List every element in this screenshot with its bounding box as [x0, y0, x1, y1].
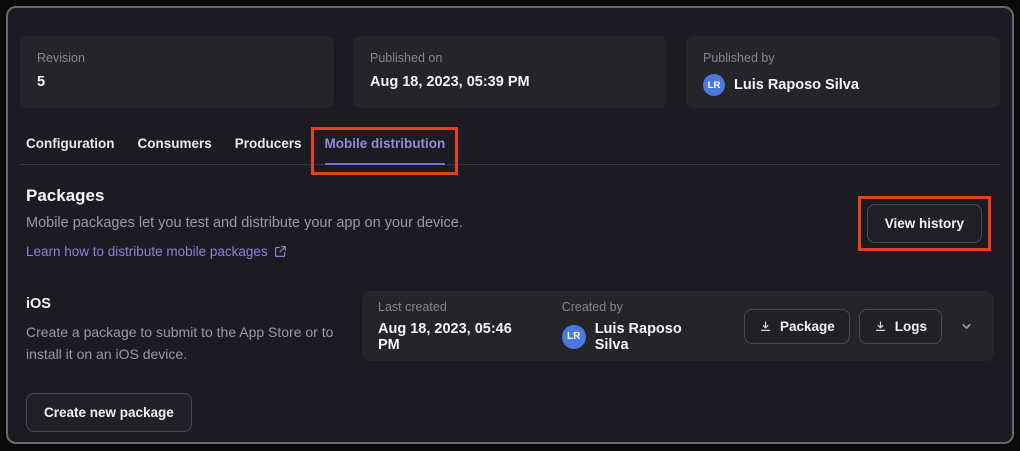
published-by-value-row: LR Luis Raposo Silva: [703, 74, 983, 96]
revision-label: Revision: [37, 51, 317, 65]
last-created-label: Last created: [378, 300, 518, 314]
published-by-value: Luis Raposo Silva: [734, 77, 859, 93]
tab-mobile-distribution-label: Mobile distribution: [325, 136, 446, 151]
chevron-down-icon: [959, 319, 974, 334]
download-logs-label: Logs: [895, 319, 927, 334]
revision-card: Revision 5: [20, 36, 334, 108]
active-tab-underline: [325, 163, 446, 165]
created-by-value: Luis Raposo Silva: [595, 321, 700, 353]
app-panel: Revision 5 Published on Aug 18, 2023, 05…: [6, 6, 1014, 444]
ios-card-buttons: Package Logs: [744, 309, 978, 344]
download-icon: [874, 320, 887, 333]
packages-description: Mobile packages let you test and distrib…: [26, 215, 463, 231]
published-on-value: Aug 18, 2023, 05:39 PM: [370, 74, 650, 90]
ios-text-block: iOS Create a package to submit to the Ap…: [26, 291, 341, 366]
learn-distribute-link-label: Learn how to distribute mobile packages: [26, 244, 268, 259]
bottom-actions: Create new package: [20, 393, 1000, 432]
tab-mobile-distribution[interactable]: Mobile distribution: [325, 136, 446, 164]
published-on-card: Published on Aug 18, 2023, 05:39 PM: [353, 36, 667, 108]
ios-section: iOS Create a package to submit to the Ap…: [20, 291, 1000, 366]
annotation-box-mobile-distribution-tab: [311, 127, 459, 175]
tab-bar: Configuration Consumers Producers Mobile…: [20, 136, 1000, 165]
tab-consumers[interactable]: Consumers: [137, 136, 211, 164]
packages-section-header: Packages Mobile packages let you test an…: [20, 186, 1000, 261]
last-created-value: Aug 18, 2023, 05:46 PM: [378, 321, 518, 353]
download-package-button[interactable]: Package: [744, 309, 850, 344]
avatar: LR: [562, 325, 586, 349]
download-logs-button[interactable]: Logs: [859, 309, 942, 344]
packages-title: Packages: [26, 186, 463, 206]
created-by-group: Created by LR Luis Raposo Silva: [562, 300, 700, 353]
published-by-card: Published by LR Luis Raposo Silva: [686, 36, 1000, 108]
tab-producers[interactable]: Producers: [235, 136, 302, 164]
create-new-package-button[interactable]: Create new package: [26, 393, 192, 432]
ios-title: iOS: [26, 296, 341, 312]
external-link-icon: [274, 245, 287, 258]
published-by-label: Published by: [703, 51, 983, 65]
tab-configuration[interactable]: Configuration: [26, 136, 114, 164]
info-cards-row: Revision 5 Published on Aug 18, 2023, 05…: [20, 36, 1000, 108]
packages-text-block: Packages Mobile packages let you test an…: [26, 186, 463, 261]
expand-toggle[interactable]: [955, 315, 978, 338]
revision-value: 5: [37, 74, 317, 90]
published-on-label: Published on: [370, 51, 650, 65]
view-history-button[interactable]: View history: [867, 204, 982, 243]
download-icon: [759, 320, 772, 333]
view-history-wrap: View history: [867, 204, 982, 243]
download-package-label: Package: [780, 319, 835, 334]
avatar: LR: [703, 74, 725, 96]
ios-package-card: Last created Aug 18, 2023, 05:46 PM Crea…: [362, 291, 994, 361]
ios-description: Create a package to submit to the App St…: [26, 321, 341, 366]
learn-distribute-link[interactable]: Learn how to distribute mobile packages: [26, 244, 287, 259]
created-by-label: Created by: [562, 300, 700, 314]
created-by-value-row: LR Luis Raposo Silva: [562, 321, 700, 353]
last-created-group: Last created Aug 18, 2023, 05:46 PM: [378, 300, 518, 353]
